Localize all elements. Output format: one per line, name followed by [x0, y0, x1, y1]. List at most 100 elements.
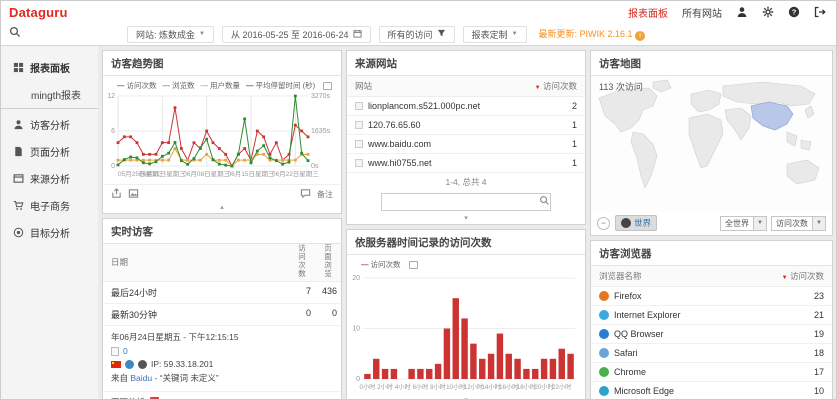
- server-time-bar-chart[interactable]: 010200小时2小时4小时6小时8小时10小时12小时14小时16小时18小时…: [347, 270, 579, 392]
- date-range-selector[interactable]: 从 2016-05-25 至 2016-06-24: [222, 26, 371, 43]
- svg-text:8小时: 8小时: [430, 383, 446, 391]
- widget-title[interactable]: 实时访客: [103, 219, 341, 244]
- svg-text:10小时: 10小时: [446, 383, 465, 391]
- sidebar-item-label: 访客分析: [30, 117, 70, 132]
- svg-text:20小时: 20小时: [534, 383, 553, 391]
- referrer-site[interactable]: lionplancom.s521.000pc.net: [368, 101, 480, 111]
- dashboard-icon: [13, 62, 24, 73]
- expand-icon[interactable]: [355, 121, 363, 129]
- table-search-input[interactable]: [382, 195, 539, 209]
- widget-title[interactable]: 依服务器时间记录的访问次数: [347, 230, 585, 255]
- help-icon[interactable]: ?: [788, 6, 800, 18]
- top-bar: Dataguru 报表面板 所有网站 ?: [1, 1, 836, 23]
- widget-title[interactable]: 来源网站: [347, 51, 585, 76]
- global-search[interactable]: [9, 25, 119, 43]
- sidebar-item-2[interactable]: 访客分析: [1, 111, 98, 138]
- search-icon: [9, 25, 21, 43]
- svg-text:0: 0: [111, 163, 115, 170]
- browser-icon: [125, 360, 134, 369]
- map-metric-select[interactable]: 访问次数▼: [771, 216, 826, 231]
- browser-row[interactable]: Firefox23: [591, 287, 832, 306]
- legend-swatch: —: [361, 260, 369, 269]
- pages-label: 页面分析:: [111, 396, 147, 400]
- expand-icon[interactable]: [355, 102, 363, 110]
- map-visits-label: 113 次访问: [599, 80, 643, 93]
- legend-item[interactable]: —平均停留时间 (秒): [246, 80, 315, 91]
- browser-row[interactable]: Internet Explorer21: [591, 306, 832, 325]
- info-icon: i: [635, 31, 645, 41]
- svg-text:20: 20: [352, 275, 360, 282]
- col-website[interactable]: 网站: [355, 80, 372, 92]
- nav-dashboard[interactable]: 报表面板: [628, 5, 668, 20]
- svg-text:22小时: 22小时: [552, 383, 571, 391]
- widget-title[interactable]: 访客地图: [591, 51, 832, 76]
- export-icon[interactable]: [111, 188, 122, 201]
- referrer-row[interactable]: www.hi0755.net 1: [347, 154, 585, 173]
- update-notice[interactable]: 最新更新: PIWIK 2.16.1 i: [539, 27, 646, 41]
- referrer-site[interactable]: www.hi0755.net: [368, 158, 432, 168]
- funnel-icon: [437, 29, 446, 39]
- visit-datetime: 年06月24日星期五 - 下午12:15:15: [111, 331, 333, 343]
- sidebar-item-1[interactable]: mingth报表: [1, 81, 98, 109]
- search-icon[interactable]: [539, 193, 550, 211]
- legend-item[interactable]: —用户数量: [201, 80, 241, 91]
- svg-text:0s: 0s: [311, 163, 319, 170]
- col-visits-sorted[interactable]: ▼ 访问次数: [782, 270, 824, 282]
- referrer-row[interactable]: lionplancom.s521.000pc.net2: [347, 97, 585, 116]
- sidebar-item-5[interactable]: 电子商务: [1, 192, 98, 219]
- gear-icon[interactable]: [762, 6, 774, 18]
- chart-export-icon[interactable]: [323, 82, 332, 90]
- dataguru-logo[interactable]: Dataguru: [9, 5, 68, 20]
- expand-icon[interactable]: [355, 159, 363, 167]
- visitor-trend-chart[interactable]: 05月25日星期三06月01日星期三06月08日星期三06月15日星期三06月2…: [103, 91, 335, 179]
- referrer-site[interactable]: 120.76.65.60: [368, 120, 421, 130]
- collapse-arrow-icon[interactable]: ▾: [347, 215, 585, 224]
- referrer-row[interactable]: www.baidu.com1: [347, 135, 585, 154]
- legend-item[interactable]: —访问次数: [361, 259, 401, 270]
- sidebar-item-0[interactable]: 报表面板: [1, 54, 98, 81]
- signout-icon[interactable]: [814, 6, 826, 18]
- map-world-button[interactable]: 世界: [615, 215, 657, 231]
- annotations-label[interactable]: 备注: [317, 189, 333, 200]
- chrome-icon: [599, 367, 609, 377]
- world-map[interactable]: [591, 76, 832, 212]
- collapse-arrow-icon[interactable]: ▴: [103, 204, 341, 213]
- col-visits-sorted[interactable]: ▼ 访问次数: [535, 80, 577, 92]
- browser-row[interactable]: Safari18: [591, 344, 832, 363]
- sidebar-item-4[interactable]: 来源分析: [1, 165, 98, 192]
- annotations-icon[interactable]: [300, 188, 311, 201]
- referrer-link[interactable]: Baidu: [130, 373, 152, 383]
- chart-export-icon[interactable]: [409, 261, 418, 269]
- site-selector[interactable]: 网站: 炼数成金▼: [127, 26, 214, 43]
- browser-visits: 23: [814, 291, 824, 301]
- legend-swatch: —: [246, 81, 254, 90]
- browser-name: Chrome: [614, 367, 646, 377]
- sidebar-item-3[interactable]: 页面分析: [1, 138, 98, 165]
- browser-visits: 21: [814, 310, 824, 320]
- referrer-row[interactable]: 120.76.65.601: [347, 116, 585, 135]
- table-search[interactable]: [381, 193, 551, 211]
- sidebar-item-6[interactable]: 目标分析: [1, 219, 98, 246]
- visit-referrer: 来自 Baidu - “关键词 未定义”: [111, 372, 333, 384]
- browser-row[interactable]: Microsoft Edge10: [591, 382, 832, 400]
- browser-row[interactable]: QQ Browser19: [591, 325, 832, 344]
- referrer-site[interactable]: www.baidu.com: [368, 139, 431, 149]
- pageview-count[interactable]: 0: [123, 346, 128, 356]
- col-browser-name[interactable]: 浏览器名称: [599, 270, 642, 282]
- segment-selector[interactable]: 所有的访问: [379, 26, 455, 43]
- widget-title[interactable]: 访客浏览器: [591, 241, 832, 266]
- report-selector[interactable]: 报表定制▼: [463, 26, 527, 43]
- nav-all-websites[interactable]: 所有网站: [682, 5, 722, 20]
- user-icon[interactable]: [736, 6, 748, 18]
- visitor-map-widget: 访客地图 113 次访问: [590, 50, 833, 236]
- image-export-icon[interactable]: [128, 188, 139, 201]
- legend-item[interactable]: —浏览数: [163, 80, 195, 91]
- referrer-visits: 1: [572, 158, 577, 168]
- legend-item[interactable]: —访问次数: [117, 80, 157, 91]
- expand-icon[interactable]: [355, 140, 363, 148]
- browser-row[interactable]: Chrome17: [591, 363, 832, 382]
- servertime-legend: —访问次数: [347, 255, 585, 270]
- map-zoom-out-button[interactable]: −: [597, 217, 610, 230]
- map-region-select[interactable]: 全世界▼: [720, 216, 767, 231]
- widget-title[interactable]: 访客趋势图: [103, 51, 341, 76]
